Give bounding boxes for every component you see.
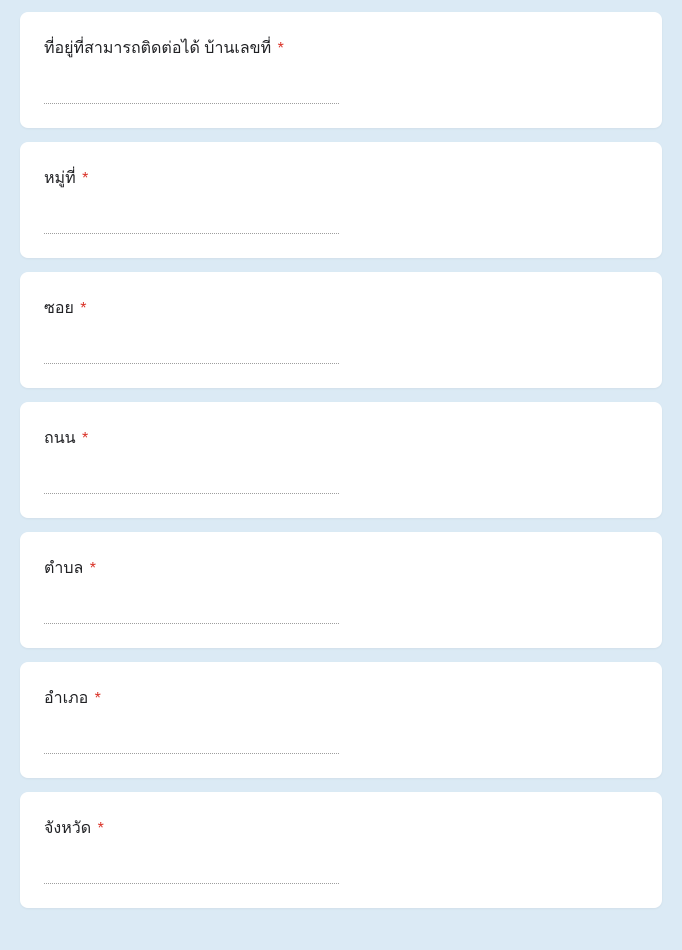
question-label: ที่อยู่ที่สามารถติดต่อได้ บ้านเลขที่ * bbox=[44, 36, 638, 61]
question-label: ถนน * bbox=[44, 426, 638, 451]
required-asterisk: * bbox=[95, 690, 101, 707]
question-soi: ซอย * bbox=[20, 272, 662, 388]
question-district: อำเภอ * bbox=[20, 662, 662, 778]
province-input[interactable] bbox=[44, 859, 339, 884]
question-road: ถนน * bbox=[20, 402, 662, 518]
question-moo: หมู่ที่ * bbox=[20, 142, 662, 258]
label-text: จังหวัด bbox=[44, 820, 91, 837]
question-label: ซอย * bbox=[44, 296, 638, 321]
address-house-no-input[interactable] bbox=[44, 79, 339, 104]
label-text: หมู่ที่ bbox=[44, 170, 76, 187]
soi-input[interactable] bbox=[44, 339, 339, 364]
label-text: อำเภอ bbox=[44, 690, 88, 707]
question-province: จังหวัด * bbox=[20, 792, 662, 908]
label-text: ซอย bbox=[44, 300, 74, 317]
required-asterisk: * bbox=[80, 300, 86, 317]
required-asterisk: * bbox=[98, 820, 104, 837]
question-label: อำเภอ * bbox=[44, 686, 638, 711]
question-label: หมู่ที่ * bbox=[44, 166, 638, 191]
question-address-house-no: ที่อยู่ที่สามารถติดต่อได้ บ้านเลขที่ * bbox=[20, 12, 662, 128]
required-asterisk: * bbox=[278, 40, 284, 57]
district-input[interactable] bbox=[44, 729, 339, 754]
subdistrict-input[interactable] bbox=[44, 599, 339, 624]
moo-input[interactable] bbox=[44, 209, 339, 234]
label-text: ที่อยู่ที่สามารถติดต่อได้ บ้านเลขที่ bbox=[44, 40, 271, 57]
label-text: ตำบล bbox=[44, 560, 83, 577]
question-label: จังหวัด * bbox=[44, 816, 638, 841]
question-subdistrict: ตำบล * bbox=[20, 532, 662, 648]
required-asterisk: * bbox=[82, 430, 88, 447]
required-asterisk: * bbox=[90, 560, 96, 577]
question-label: ตำบล * bbox=[44, 556, 638, 581]
label-text: ถนน bbox=[44, 430, 76, 447]
road-input[interactable] bbox=[44, 469, 339, 494]
required-asterisk: * bbox=[82, 170, 88, 187]
